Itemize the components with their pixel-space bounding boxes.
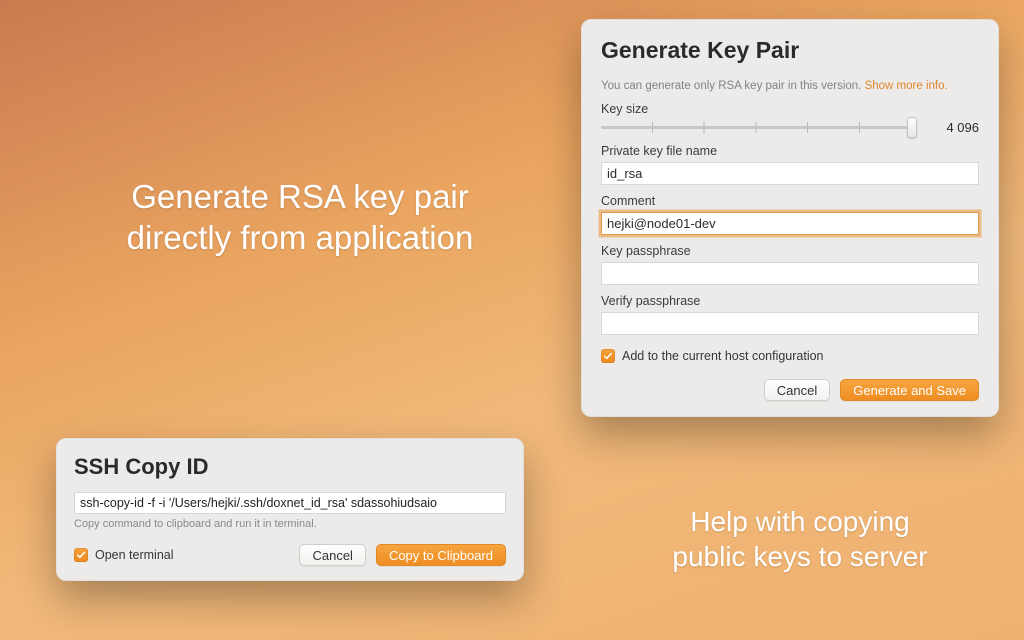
cancel-button[interactable]: Cancel (764, 379, 830, 401)
comment-label: Comment (601, 194, 979, 208)
dialog-subtext: You can generate only RSA key pair in th… (601, 80, 979, 92)
ssh-copy-id-dialog: SSH Copy ID Copy command to clipboard an… (56, 438, 524, 581)
comment-input[interactable] (601, 212, 979, 235)
private-key-label: Private key file name (601, 144, 979, 158)
copy-to-clipboard-button[interactable]: Copy to Clipboard (376, 544, 506, 566)
cancel-button[interactable]: Cancel (299, 544, 365, 566)
generate-and-save-button[interactable]: Generate and Save (840, 379, 979, 401)
show-more-info-link[interactable]: Show more info. (865, 80, 948, 92)
verify-passphrase-input[interactable] (601, 312, 979, 335)
headline-generate: Generate RSA key pair directly from appl… (70, 176, 530, 259)
checkmark-icon (603, 351, 613, 361)
key-size-value: 4 096 (927, 120, 979, 135)
private-key-input[interactable] (601, 162, 979, 185)
generate-key-pair-dialog: Generate Key Pair You can generate only … (581, 19, 999, 417)
add-to-host-label: Add to the current host configuration (622, 349, 824, 363)
verify-passphrase-label: Verify passphrase (601, 294, 979, 308)
open-terminal-label: Open terminal (95, 548, 174, 562)
add-to-host-checkbox[interactable] (601, 349, 615, 363)
key-size-label: Key size (601, 102, 979, 116)
key-size-slider[interactable] (601, 126, 915, 129)
ssh-command-input[interactable] (74, 492, 506, 514)
slider-thumb[interactable] (907, 117, 917, 138)
passphrase-label: Key passphrase (601, 244, 979, 258)
dialog-title: SSH Copy ID (74, 454, 506, 480)
help-text: Copy command to clipboard and run it in … (74, 518, 506, 530)
headline-copy: Help with copying public keys to server (600, 504, 1000, 574)
checkmark-icon (76, 550, 86, 560)
dialog-title: Generate Key Pair (601, 37, 979, 64)
passphrase-input[interactable] (601, 262, 979, 285)
open-terminal-checkbox[interactable] (74, 548, 88, 562)
